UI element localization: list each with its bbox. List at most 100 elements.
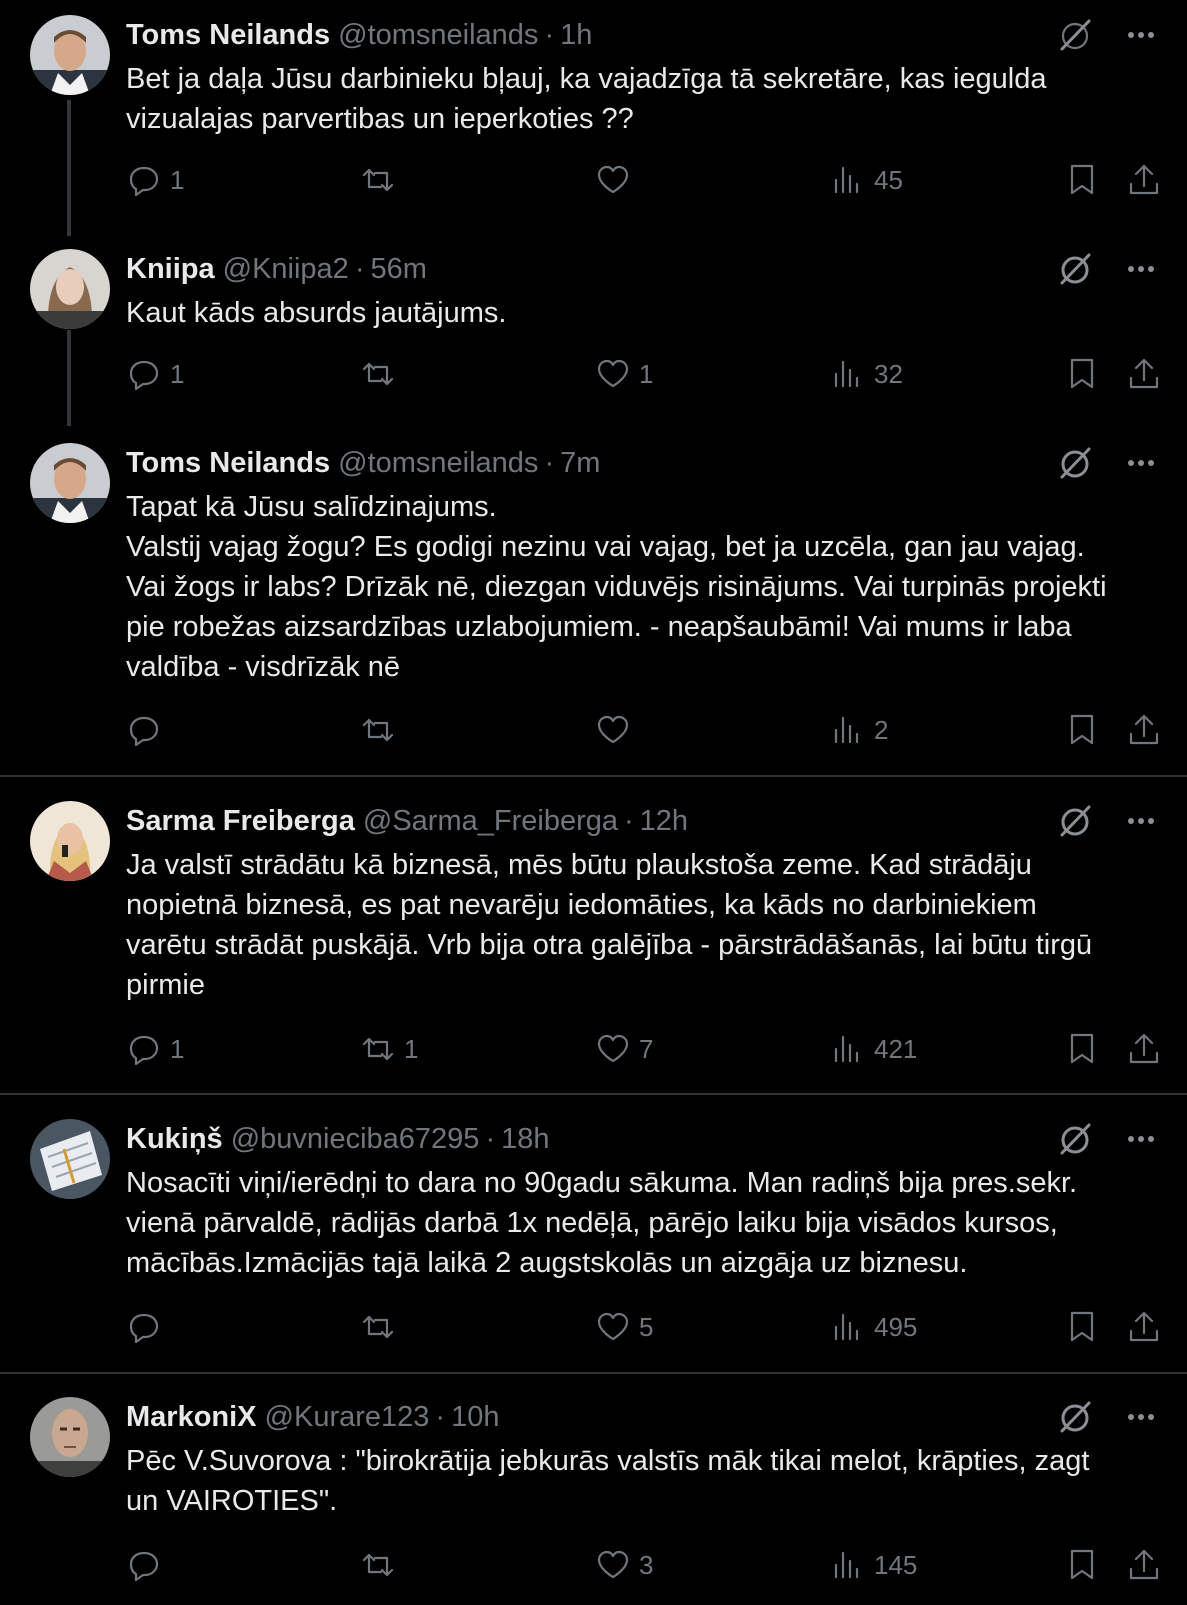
author-name[interactable]: Kukiņš [126,1123,223,1155]
tweet-divider [0,775,1187,777]
author-handle[interactable]: @Sarma_Freiberga [363,805,618,837]
views-button[interactable]: 2 [830,710,888,750]
reply-icon [129,360,159,391]
repost-icon [362,362,394,386]
repost-button[interactable] [360,710,404,750]
reply-count: 1 [170,358,185,389]
share-button[interactable] [1126,160,1162,200]
timestamp[interactable]: 56m [370,253,426,285]
views-button[interactable]: 45 [830,160,903,200]
grok-icon[interactable] [1055,801,1095,841]
reply-button[interactable] [126,1307,170,1347]
separator-dot: · [544,19,555,51]
like-button[interactable]: 7 [595,1029,653,1069]
share-button[interactable] [1126,1029,1162,1069]
grok-icon[interactable] [1055,1397,1095,1437]
author-name[interactable]: MarkoniX [126,1401,257,1433]
repost-button[interactable] [360,1545,404,1585]
repost-button[interactable] [360,160,404,200]
tweet-divider [0,1093,1187,1095]
like-count: 1 [639,358,654,389]
repost-icon [362,1037,394,1061]
avatar[interactable] [30,1119,110,1199]
reply-button[interactable] [126,1545,170,1585]
share-button[interactable] [1126,354,1162,394]
bookmark-icon [1070,1549,1094,1580]
author-handle[interactable]: @tomsneilands [338,447,538,479]
like-button[interactable]: 5 [595,1307,653,1347]
grok-icon[interactable] [1055,15,1095,55]
views-button[interactable]: 32 [830,354,903,394]
reply-button[interactable] [126,710,170,750]
like-count: 7 [639,1033,654,1064]
action-bar: 2 [0,710,1187,750]
tweet-divider [0,1372,1187,1374]
like-count: 5 [639,1311,654,1342]
author-name[interactable]: Toms Neilands [126,19,330,51]
more-icon[interactable] [1121,15,1161,55]
timestamp[interactable]: 10h [451,1401,499,1433]
tweet-header: Kniipa @Kniipa2 · 56m [126,249,427,289]
grok-icon[interactable] [1055,1119,1095,1159]
text-line: Bet ja daļa Jūsu darbinieku bļauj, ka va… [126,63,1047,95]
bookmark-button[interactable] [1064,710,1100,750]
bookmark-icon [1070,714,1094,745]
reply-button[interactable]: 1 [126,1029,184,1069]
avatar[interactable] [30,15,110,95]
avatar[interactable] [30,1397,110,1477]
share-button[interactable] [1126,1307,1162,1347]
tweet-text: Ja valstī strādātu kā biznesā, mēs būtu … [126,845,1166,1005]
more-icon[interactable] [1121,443,1161,483]
avatar[interactable] [30,249,110,329]
tweet-header: MarkoniX @Kurare123 · 10h [126,1397,499,1437]
bookmark-button[interactable] [1064,1545,1100,1585]
bookmark-button[interactable] [1064,354,1100,394]
tweet-text: Bet ja daļa Jūsu darbinieku bļauj, ka va… [126,59,1166,139]
like-button[interactable] [595,710,639,750]
bookmark-button[interactable] [1064,1307,1100,1347]
share-button[interactable] [1126,1545,1162,1585]
timestamp[interactable]: 18h [501,1123,549,1155]
more-icon[interactable] [1121,1119,1161,1159]
share-icon [1129,164,1159,195]
views-button[interactable]: 495 [830,1307,917,1347]
author-handle[interactable]: @Kurare123 [265,1401,430,1433]
views-count: 495 [874,1311,918,1342]
repost-button[interactable] [360,354,404,394]
more-icon[interactable] [1121,249,1161,289]
author-name[interactable]: Toms Neilands [126,447,330,479]
text-line: Kaut kāds absurds jautājums. [126,297,507,329]
bookmark-icon [1070,1033,1094,1064]
tweet-header: Sarma Freiberga @Sarma_Freiberga · 12h [126,801,688,841]
timestamp[interactable]: 1h [560,19,592,51]
share-button[interactable] [1126,710,1162,750]
views-count: 32 [874,358,903,389]
reply-button[interactable]: 1 [126,354,184,394]
views-button[interactable]: 145 [830,1545,917,1585]
like-button[interactable]: 3 [595,1545,653,1585]
views-icon [834,166,859,194]
reply-icon [129,1313,159,1344]
views-button[interactable]: 421 [830,1029,917,1069]
timestamp[interactable]: 12h [640,805,688,837]
author-handle[interactable]: @Kniipa2 [223,253,349,285]
bookmark-button[interactable] [1064,1029,1100,1069]
timestamp[interactable]: 7m [560,447,600,479]
repost-button[interactable]: 1 [360,1029,418,1069]
like-button[interactable] [595,160,639,200]
grok-icon[interactable] [1055,443,1095,483]
more-icon[interactable] [1121,1397,1161,1437]
author-handle[interactable]: @tomsneilands [338,19,538,51]
reply-button[interactable]: 1 [126,160,184,200]
avatar[interactable] [30,801,110,881]
repost-button[interactable] [360,1307,404,1347]
author-handle[interactable]: @buvnieciba67295 [231,1123,480,1155]
more-icon[interactable] [1121,801,1161,841]
grok-icon[interactable] [1055,249,1095,289]
bookmark-button[interactable] [1064,160,1100,200]
like-button[interactable]: 1 [595,354,653,394]
text-line: vienā pārvaldē, rādijās darbā 1x nedēļā,… [126,1207,1058,1239]
author-name[interactable]: Kniipa [126,253,215,285]
avatar[interactable] [30,443,110,523]
author-name[interactable]: Sarma Freiberga [126,805,355,837]
